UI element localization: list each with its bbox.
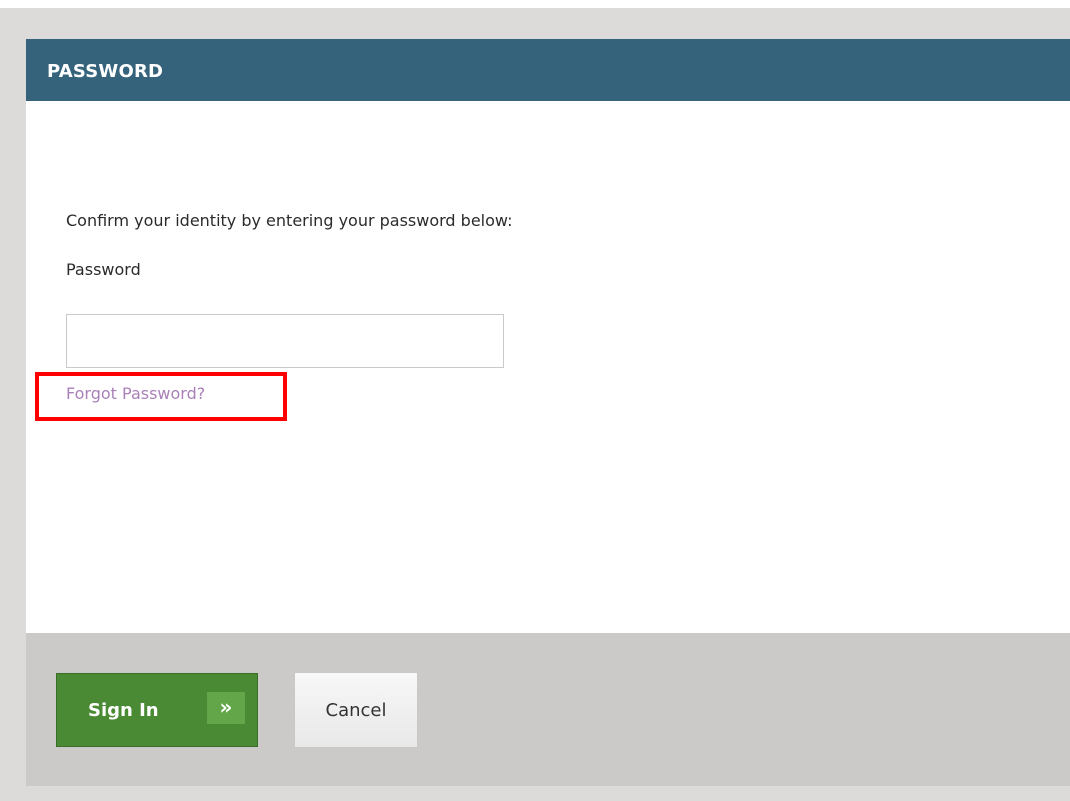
instruction-text: Confirm your identity by entering your p… — [66, 211, 513, 230]
sign-in-label: Sign In — [88, 700, 159, 721]
password-dialog: PASSWORD Confirm your identity by enteri… — [26, 39, 1070, 786]
dialog-footer: Sign In » Cancel — [26, 633, 1070, 786]
forgot-password-link[interactable]: Forgot Password? — [66, 384, 205, 403]
cancel-label: Cancel — [325, 700, 387, 721]
password-input[interactable] — [66, 314, 504, 368]
cancel-button[interactable]: Cancel — [294, 672, 418, 748]
dialog-header: PASSWORD — [26, 39, 1070, 101]
top-strip — [0, 0, 1070, 8]
double-chevron-right-icon: » — [207, 692, 245, 724]
password-label: Password — [66, 260, 141, 279]
dialog-title: PASSWORD — [47, 61, 164, 82]
sign-in-button[interactable]: Sign In » — [56, 673, 258, 747]
